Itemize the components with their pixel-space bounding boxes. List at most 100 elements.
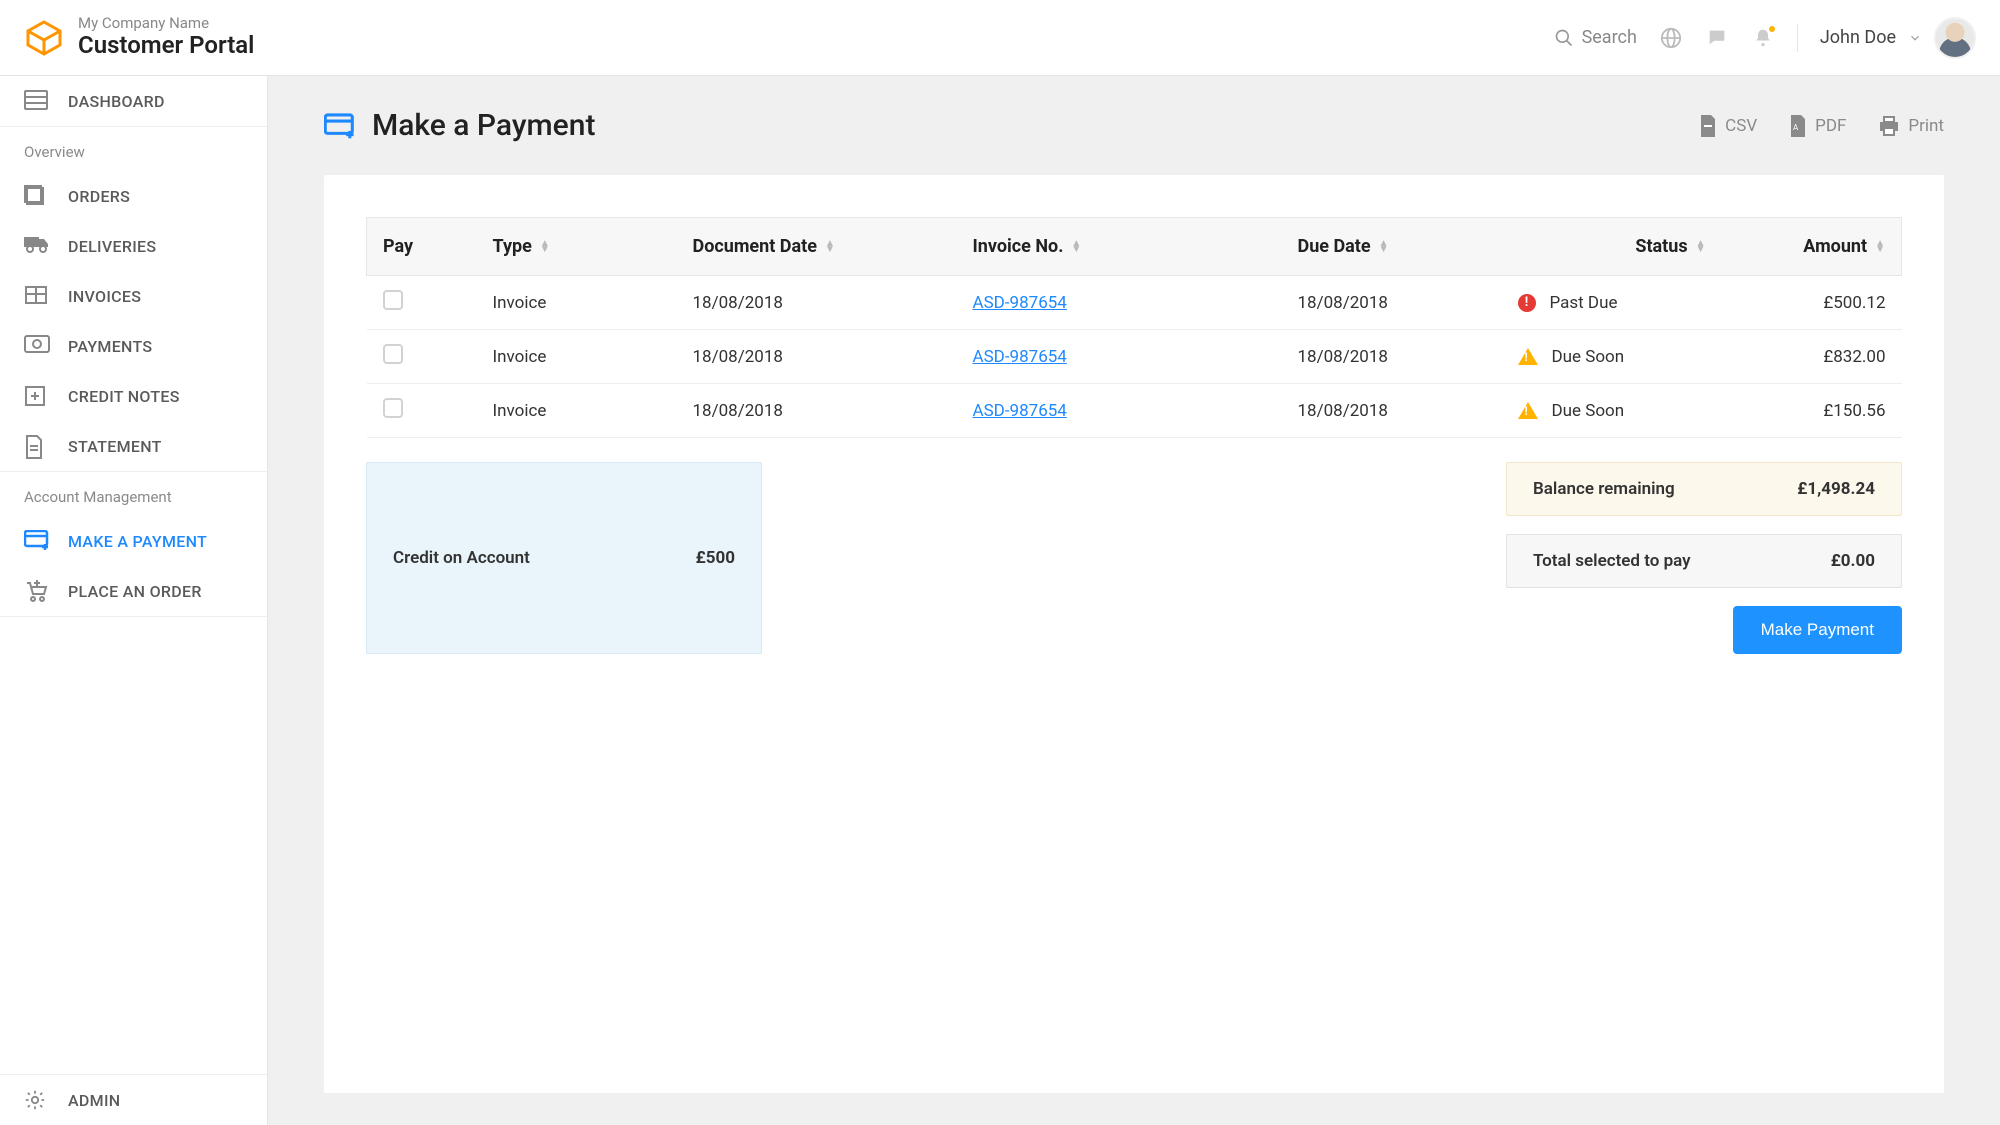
alert-circle-icon: ! — [1518, 294, 1536, 312]
sidebar-section-overview: Overview — [0, 127, 267, 171]
export-label: CSV — [1725, 116, 1757, 136]
col-pay[interactable]: Pay — [367, 218, 477, 276]
brand: My Company Name Customer Portal — [24, 15, 254, 60]
sidebar-section-account: Account Management — [0, 472, 267, 516]
row-checkbox[interactable] — [383, 398, 403, 418]
sidebar-item-dashboard[interactable]: Dashboard — [0, 76, 267, 127]
cell-type: Invoice — [477, 384, 677, 438]
sidebar-item-label: Statement — [68, 437, 162, 456]
gear-icon — [24, 1089, 50, 1111]
sidebar-item-payments[interactable]: Payments — [0, 321, 267, 371]
col-status[interactable]: Status▲▼ — [1502, 218, 1722, 276]
sidebar-item-label: Make a Payment — [68, 532, 207, 551]
sidebar-item-statement[interactable]: Statement — [0, 421, 267, 471]
table-row: Invoice18/08/2018ASD-98765418/08/2018!Pa… — [367, 276, 1902, 330]
cart-plus-icon — [24, 580, 50, 602]
balance-value: £1,498.24 — [1797, 479, 1875, 499]
alert-triangle-icon — [1518, 402, 1538, 419]
sort-icon: ▲▼ — [1875, 241, 1885, 253]
col-due-date[interactable]: Due Date▲▼ — [1282, 218, 1502, 276]
sort-icon: ▲▼ — [1379, 241, 1389, 253]
sidebar-item-label: Dashboard — [68, 92, 165, 111]
printer-icon — [1878, 116, 1900, 136]
credit-on-account: Credit on Account £500 — [366, 462, 762, 654]
page-title: Make a Payment — [372, 108, 595, 143]
invoice-link[interactable]: ASD-987654 — [973, 293, 1067, 313]
sidebar-item-label: Deliveries — [68, 237, 156, 256]
table-row: Invoice18/08/2018ASD-98765418/08/2018Due… — [367, 384, 1902, 438]
sidebar-item-label: Orders — [68, 187, 130, 206]
invoice-link[interactable]: ASD-987654 — [973, 347, 1067, 367]
sidebar-item-label: Credit Notes — [68, 387, 180, 406]
search-icon — [1554, 28, 1574, 48]
card-plus-icon — [24, 530, 50, 552]
cell-status: !Past Due — [1518, 293, 1706, 313]
search-button[interactable]: Search — [1554, 27, 1637, 48]
total-selected: Total selected to pay £0.00 — [1506, 534, 1902, 588]
export-csv-button[interactable]: CSV — [1699, 115, 1757, 137]
col-type[interactable]: Type▲▼ — [477, 218, 677, 276]
cell-due-date: 18/08/2018 — [1282, 276, 1502, 330]
credit-value: £500 — [696, 548, 735, 568]
make-payment-button[interactable]: Make Payment — [1733, 606, 1902, 654]
row-checkbox[interactable] — [383, 290, 403, 310]
brand-title: Customer Portal — [78, 32, 254, 60]
cell-due-date: 18/08/2018 — [1282, 384, 1502, 438]
topbar: My Company Name Customer Portal Search J… — [0, 0, 2000, 76]
cell-doc-date: 18/08/2018 — [677, 384, 957, 438]
sidebar: Dashboard Overview Orders Deliveries Inv… — [0, 76, 268, 1125]
cell-status: Due Soon — [1518, 347, 1706, 367]
invoice-link[interactable]: ASD-987654 — [973, 401, 1067, 421]
invoices-icon — [24, 285, 50, 307]
brand-subtitle: My Company Name — [78, 15, 254, 32]
invoices-table: Pay Type▲▼ Document Date▲▼ Invoice No.▲▼… — [366, 217, 1902, 438]
globe-icon[interactable] — [1659, 26, 1683, 50]
export-label: Print — [1908, 116, 1944, 136]
sidebar-item-deliveries[interactable]: Deliveries — [0, 221, 267, 271]
export-pdf-button[interactable]: A PDF — [1789, 115, 1846, 137]
file-csv-icon — [1699, 115, 1717, 137]
chat-icon[interactable] — [1705, 26, 1729, 50]
sort-icon: ▲▼ — [825, 241, 835, 253]
cell-doc-date: 18/08/2018 — [677, 330, 957, 384]
export-label: PDF — [1815, 116, 1846, 136]
print-button[interactable]: Print — [1878, 115, 1944, 137]
col-doc-date[interactable]: Document Date▲▼ — [677, 218, 957, 276]
sidebar-item-place-order[interactable]: Place an Order — [0, 566, 267, 616]
table-row: Invoice18/08/2018ASD-98765418/08/2018Due… — [367, 330, 1902, 384]
search-label: Search — [1582, 27, 1637, 48]
row-checkbox[interactable] — [383, 344, 403, 364]
col-invoice-no[interactable]: Invoice No.▲▼ — [957, 218, 1282, 276]
payment-card: Pay Type▲▼ Document Date▲▼ Invoice No.▲▼… — [324, 175, 1944, 1093]
avatar — [1934, 17, 1976, 59]
user-menu[interactable]: John Doe — [1820, 17, 1976, 59]
user-name: John Doe — [1820, 27, 1896, 48]
cell-amount: £500.12 — [1722, 276, 1902, 330]
card-plus-icon — [324, 113, 356, 139]
sidebar-item-admin[interactable]: Admin — [0, 1075, 267, 1125]
cell-amount: £832.00 — [1722, 330, 1902, 384]
sidebar-item-credit-notes[interactable]: Credit Notes — [0, 371, 267, 421]
balance-label: Balance remaining — [1533, 479, 1675, 499]
notification-badge — [1767, 24, 1777, 34]
col-amount[interactable]: Amount▲▼ — [1722, 218, 1902, 276]
sidebar-item-orders[interactable]: Orders — [0, 171, 267, 221]
sidebar-item-invoices[interactable]: Invoices — [0, 271, 267, 321]
sidebar-item-label: Place an Order — [68, 582, 202, 601]
statement-icon — [24, 435, 50, 457]
sort-icon: ▲▼ — [540, 241, 550, 253]
svg-text:A: A — [1793, 123, 1799, 132]
credit-label: Credit on Account — [393, 548, 530, 568]
sidebar-item-make-payment[interactable]: Make a Payment — [0, 516, 267, 566]
table-header-row: Pay Type▲▼ Document Date▲▼ Invoice No.▲▼… — [367, 218, 1902, 276]
logo-icon — [24, 18, 64, 58]
credit-notes-icon — [24, 385, 50, 407]
bell-icon[interactable] — [1751, 26, 1775, 50]
cell-type: Invoice — [477, 276, 677, 330]
cell-type: Invoice — [477, 330, 677, 384]
sidebar-item-label: Admin — [68, 1091, 120, 1110]
cell-doc-date: 18/08/2018 — [677, 276, 957, 330]
selected-value: £0.00 — [1831, 551, 1875, 571]
orders-icon — [24, 185, 50, 207]
balance-remaining: Balance remaining £1,498.24 — [1506, 462, 1902, 516]
